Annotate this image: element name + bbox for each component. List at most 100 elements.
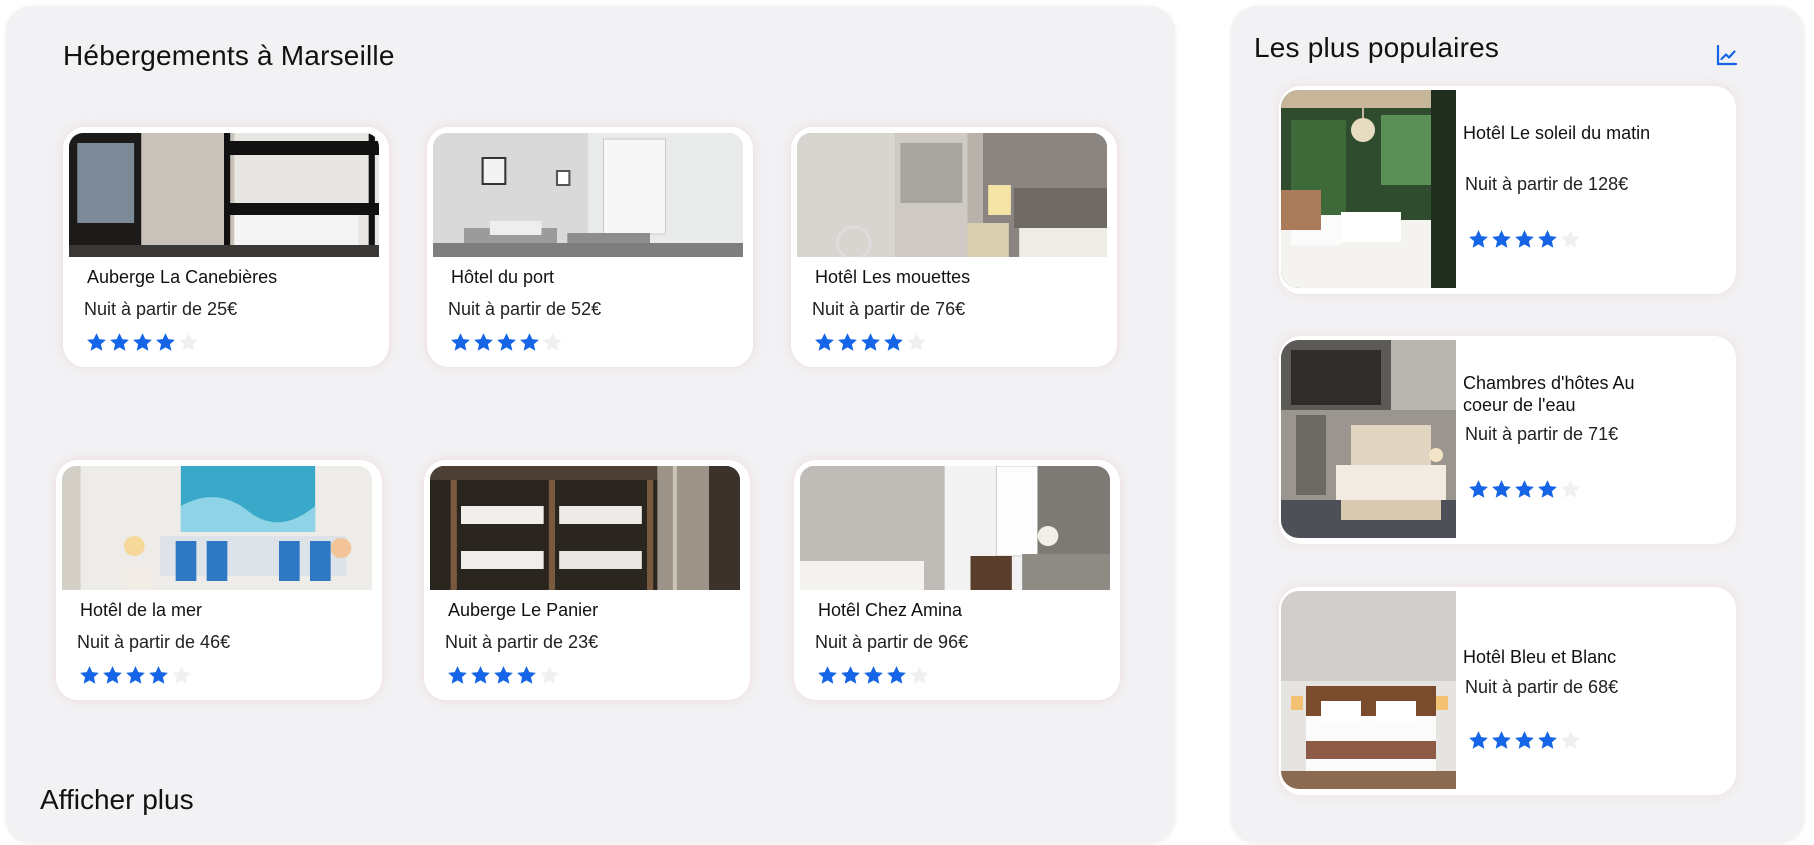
star-filled-icon (495, 331, 518, 354)
star-rating (816, 664, 931, 687)
room-photo-illustration (1281, 591, 1456, 789)
popular-name: Hotêl Bleu et Blanc (1463, 647, 1617, 667)
star-filled-icon (515, 664, 538, 687)
room-photo-illustration (69, 133, 379, 257)
star-filled-icon (85, 331, 108, 354)
room-photo-illustration (1281, 340, 1456, 538)
star-filled-icon (885, 664, 908, 687)
star-filled-icon (124, 664, 147, 687)
star-filled-icon (882, 331, 905, 354)
star-filled-icon (816, 664, 839, 687)
star-filled-icon (131, 331, 154, 354)
room-photo-illustration (1281, 90, 1456, 288)
popular-photo (1281, 340, 1456, 538)
accommodation-photo (62, 466, 372, 590)
star-filled-icon (449, 331, 472, 354)
accommodation-price: Nuit à partir de 23€ (445, 632, 599, 652)
accommodation-card[interactable]: Hotêl de la mer Nuit à partir de 46€ (56, 460, 382, 700)
star-filled-icon (1490, 478, 1513, 501)
accommodation-price: Nuit à partir de 96€ (815, 632, 969, 652)
star-filled-icon (469, 664, 492, 687)
popular-photo (1281, 90, 1456, 288)
star-filled-icon (1467, 478, 1490, 501)
star-rating (813, 331, 928, 354)
accommodation-name: Hôtel du port (451, 267, 555, 287)
popular-name: Chambres d'hôtes Au coeur de l'eau (1463, 373, 1635, 415)
star-empty-icon (905, 331, 928, 354)
accommodation-card[interactable]: Hotêl Les mouettes Nuit à partir de 76€ (791, 127, 1117, 367)
star-rating (78, 664, 193, 687)
accommodation-price: Nuit à partir de 76€ (812, 299, 966, 319)
star-empty-icon (170, 664, 193, 687)
star-filled-icon (78, 664, 101, 687)
popular-card[interactable]: Hotêl Bleu et Blanc Nuit à partir de 68€ (1279, 587, 1736, 795)
accommodation-card[interactable]: Hotêl Chez Amina Nuit à partir de 96€ (794, 460, 1120, 700)
star-empty-icon (177, 331, 200, 354)
star-filled-icon (446, 664, 469, 687)
star-filled-icon (839, 664, 862, 687)
star-rating (85, 331, 200, 354)
star-filled-icon (1536, 478, 1559, 501)
popular-price: Nuit à partir de 71€ (1465, 424, 1619, 444)
star-filled-icon (154, 331, 177, 354)
room-photo-illustration (800, 466, 1110, 590)
star-filled-icon (1513, 478, 1536, 501)
accommodation-photo (800, 466, 1110, 590)
accommodation-name: Auberge Le Panier (448, 600, 599, 620)
accommodation-photo (433, 133, 743, 257)
star-filled-icon (1536, 729, 1559, 752)
star-filled-icon (147, 664, 170, 687)
room-photo-illustration (62, 466, 372, 590)
popular-price: Nuit à partir de 68€ (1465, 677, 1619, 697)
star-filled-icon (859, 331, 882, 354)
show-more-button[interactable]: Afficher plus (40, 784, 194, 816)
star-filled-icon (862, 664, 885, 687)
star-empty-icon (541, 331, 564, 354)
star-filled-icon (518, 331, 541, 354)
star-empty-icon (1559, 729, 1582, 752)
accommodation-name: Hotêl Chez Amina (818, 600, 963, 620)
star-filled-icon (472, 331, 495, 354)
star-empty-icon (1559, 478, 1582, 501)
accommodation-card[interactable]: Auberge Le Panier Nuit à partir de 23€ (424, 460, 750, 700)
accommodation-photo (69, 133, 379, 257)
star-rating (449, 331, 564, 354)
accommodation-price: Nuit à partir de 25€ (84, 299, 238, 319)
popular-title: Les plus populaires (1254, 32, 1500, 63)
accommodation-card[interactable]: Auberge La Canebières Nuit à partir de 2… (63, 127, 389, 367)
star-filled-icon (836, 331, 859, 354)
star-rating (1467, 478, 1582, 501)
room-photo-illustration (433, 133, 743, 257)
star-filled-icon (1513, 228, 1536, 251)
star-filled-icon (1536, 228, 1559, 251)
room-photo-illustration (797, 133, 1107, 257)
accommodation-name: Hotêl Les mouettes (815, 267, 971, 287)
accommodation-price: Nuit à partir de 46€ (77, 632, 231, 652)
popular-card[interactable]: Chambres d'hôtes Au coeur de l'eau Nuit … (1279, 336, 1736, 544)
accommodation-name: Hotêl de la mer (80, 600, 203, 620)
room-photo-illustration (430, 466, 740, 590)
accommodation-price: Nuit à partir de 52€ (448, 299, 602, 319)
accommodation-card[interactable]: Hôtel du port Nuit à partir de 52€ (427, 127, 753, 367)
star-rating (446, 664, 561, 687)
star-filled-icon (108, 331, 131, 354)
popular-price: Nuit à partir de 128€ (1465, 174, 1629, 194)
star-rating (1467, 729, 1582, 752)
popular-photo (1281, 591, 1456, 789)
popular-card[interactable]: Hotêl Le soleil du matin Nuit à partir d… (1279, 86, 1736, 294)
star-filled-icon (1513, 729, 1536, 752)
accommodation-photo (430, 466, 740, 590)
accommodation-name: Auberge La Canebières (87, 267, 278, 287)
star-filled-icon (101, 664, 124, 687)
accommodation-photo (797, 133, 1107, 257)
star-empty-icon (1559, 228, 1582, 251)
star-filled-icon (1467, 729, 1490, 752)
star-filled-icon (813, 331, 836, 354)
listing-title: Hébergements à Marseille (63, 40, 395, 71)
star-rating (1467, 228, 1582, 251)
popular-name: Hotêl Le soleil du matin (1463, 123, 1651, 143)
star-filled-icon (1490, 729, 1513, 752)
star-filled-icon (492, 664, 515, 687)
trending-chart-icon[interactable] (1716, 44, 1738, 66)
star-filled-icon (1467, 228, 1490, 251)
